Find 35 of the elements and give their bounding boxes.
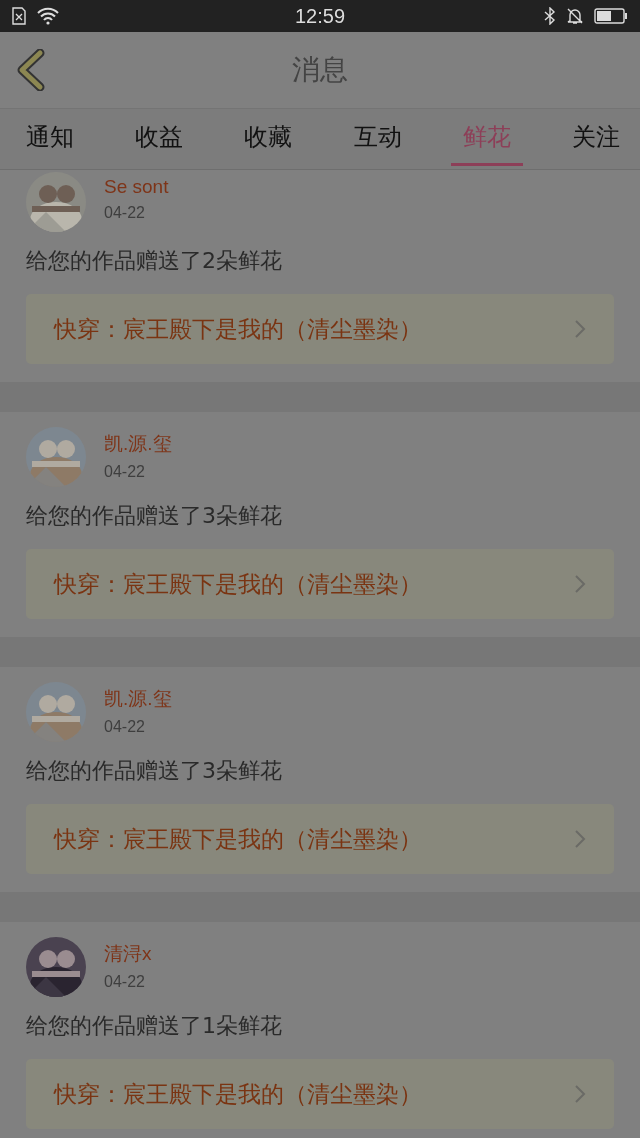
status-time: 12:59 — [294, 4, 346, 28]
tab[interactable]: 关注 — [559, 112, 632, 166]
book-link[interactable]: 快穿：宸王殿下是我的（清尘墨染） — [26, 294, 614, 364]
chevron-right-icon — [574, 574, 586, 594]
message-text: 给您的作品赠送了2朵鲜花 — [26, 247, 283, 275]
tab[interactable]: 鲜花 — [450, 112, 523, 166]
wifi-icon — [36, 7, 60, 25]
chevron-right-icon — [574, 1084, 586, 1104]
user-name[interactable]: 凯.源.玺 — [104, 431, 172, 457]
message-text: 给您的作品赠送了3朵鲜花 — [26, 502, 283, 530]
message-text: 给您的作品赠送了3朵鲜花 — [26, 757, 283, 785]
book-link[interactable]: 快穿：宸王殿下是我的（清尘墨染） — [26, 1059, 614, 1129]
tab[interactable]: 收益 — [123, 112, 196, 166]
chevron-right-icon — [574, 829, 586, 849]
book-link[interactable]: 快穿：宸王殿下是我的（清尘墨染） — [26, 549, 614, 619]
book-link[interactable]: 快穿：宸王殿下是我的（清尘墨染） — [26, 804, 614, 874]
page-title: 消息 — [292, 52, 348, 88]
user-name[interactable]: Se sont — [104, 176, 169, 198]
back-button[interactable] — [16, 49, 46, 91]
tab[interactable]: 收藏 — [232, 112, 305, 166]
tab[interactable]: 通知 — [14, 112, 86, 166]
message-date: 04-22 — [104, 204, 146, 222]
message-date: 04-22 — [104, 973, 146, 991]
bluetooth-icon — [544, 7, 556, 25]
tab[interactable]: 互动 — [341, 112, 414, 166]
chevron-left-icon — [16, 49, 46, 91]
sim-icon — [12, 7, 26, 25]
battery-icon — [594, 8, 628, 24]
bell-muted-icon — [566, 7, 584, 25]
user-name[interactable]: 凯.源.玺 — [104, 686, 172, 712]
message-date: 04-22 — [104, 463, 146, 481]
message-date: 04-22 — [104, 718, 146, 736]
chevron-right-icon — [574, 319, 586, 339]
user-name[interactable]: 清浔x — [104, 941, 152, 967]
message-text: 给您的作品赠送了1朵鲜花 — [26, 1012, 283, 1040]
